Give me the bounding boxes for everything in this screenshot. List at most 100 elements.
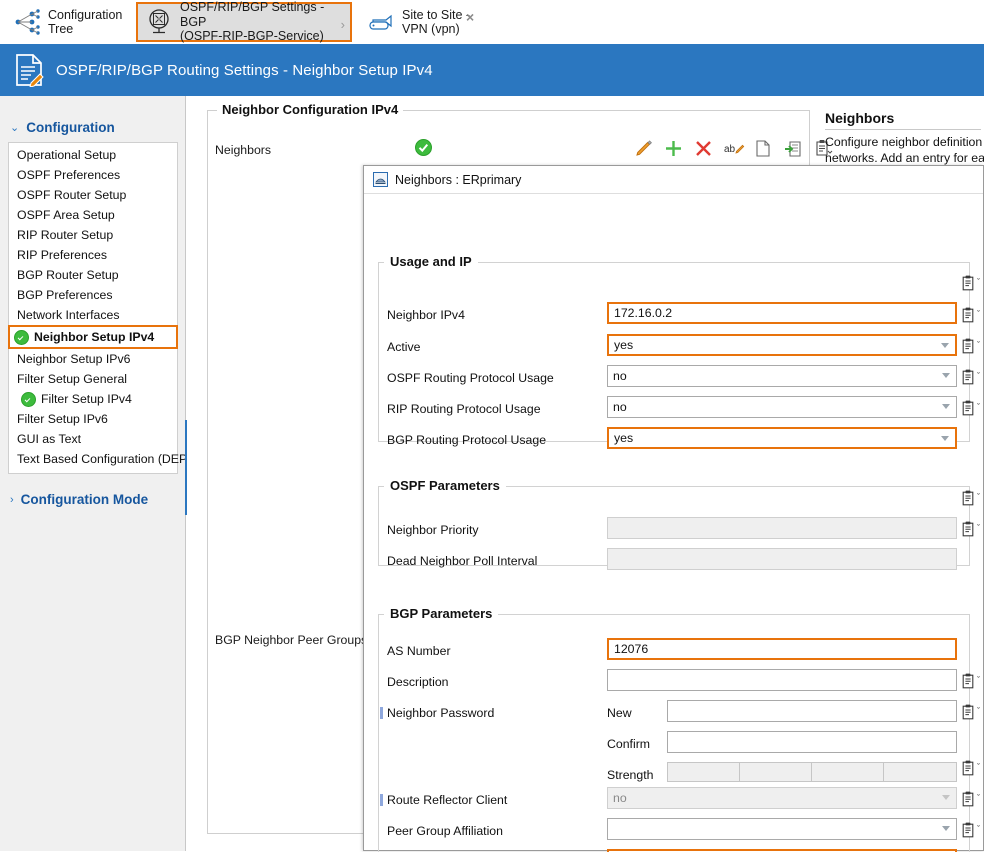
chevron-right-icon[interactable]: › bbox=[341, 17, 345, 32]
sidebar-group-configuration-mode[interactable]: › Configuration Mode bbox=[10, 492, 148, 507]
clipboard-icon[interactable]: ˇ bbox=[962, 673, 984, 690]
sidebar-item-label: Operational Setup bbox=[17, 148, 117, 162]
sidebar-item-neighbor-setup-ipv6[interactable]: Neighbor Setup IPv6 bbox=[9, 349, 177, 369]
sidebar-item-gui-as-text[interactable]: GUI as Text bbox=[9, 429, 177, 449]
sidebar-item-operational-setup[interactable]: Operational Setup bbox=[9, 145, 177, 165]
help-body-line: Configure neighbor definition bbox=[825, 135, 983, 149]
sidebar-item-ospf-area-setup[interactable]: OSPF Area Setup bbox=[9, 205, 177, 225]
route-reflector-client-select: no bbox=[607, 787, 957, 809]
dialog-title-bar[interactable]: Neighbors : ERprimary bbox=[364, 166, 983, 194]
field-label-ospf-routing-protocol-usage: OSPF Routing Protocol Usage bbox=[387, 371, 554, 385]
sidebar-item-filter-setup-general[interactable]: Filter Setup General bbox=[9, 369, 177, 389]
router-icon bbox=[144, 7, 174, 37]
neighbors-row-label: Neighbors bbox=[215, 143, 272, 157]
chevron-down-icon: ˇ bbox=[977, 762, 980, 772]
chevron-down-icon: ˇ bbox=[977, 492, 980, 502]
ospf-routing-protocol-usage-select[interactable]: no bbox=[607, 365, 957, 387]
clipboard-icon[interactable]: ˇ bbox=[962, 490, 984, 507]
ospf-parameters-legend: OSPF Parameters bbox=[384, 478, 506, 493]
clipboard-icon[interactable]: ˇ bbox=[962, 338, 984, 355]
description-input[interactable] bbox=[607, 669, 957, 691]
sidebar-item-text-based-configuration[interactable]: Text Based Configuration (DEP bbox=[9, 449, 187, 469]
sidebar-item-label: Filter Setup IPv4 bbox=[41, 392, 132, 406]
tab-configuration-tree[interactable]: Configuration Tree bbox=[6, 2, 134, 42]
sidebar-item-neighbor-setup-ipv4[interactable]: Neighbor Setup IPv4 bbox=[8, 325, 178, 349]
svg-text:ab: ab bbox=[724, 144, 736, 155]
sidebar: ⌄ Configuration Operational Setup OSPF P… bbox=[0, 96, 187, 851]
sidebar-item-ospf-router-setup[interactable]: OSPF Router Setup bbox=[9, 185, 177, 205]
status-ok-icon bbox=[415, 139, 432, 156]
sidebar-item-ospf-preferences[interactable]: OSPF Preferences bbox=[9, 165, 177, 185]
paste-icon[interactable] bbox=[784, 139, 803, 158]
bgp-parameters-legend: BGP Parameters bbox=[384, 606, 499, 621]
clipboard-icon[interactable]: ˇ bbox=[962, 521, 984, 538]
dead-neighbor-poll-interval-input bbox=[607, 548, 957, 570]
sidebar-item-label: OSPF Router Setup bbox=[17, 188, 127, 202]
clipboard-icon[interactable]: ˇ bbox=[962, 791, 984, 808]
tab-ospf-rip-bgp-settings[interactable]: OSPF/RIP/BGP Settings - BGP (OSPF-RIP-BGP… bbox=[136, 0, 352, 43]
as-number-input[interactable]: 12076 bbox=[607, 638, 957, 660]
clipboard-icon[interactable]: ˇ bbox=[962, 760, 984, 777]
sidebar-group-configuration-mode-label: Configuration Mode bbox=[20, 492, 149, 507]
active-value: yes bbox=[614, 338, 634, 352]
sidebar-item-rip-preferences[interactable]: RIP Preferences bbox=[9, 245, 177, 265]
sidebar-item-network-interfaces[interactable]: Network Interfaces bbox=[9, 305, 177, 325]
help-body-line: networks. Add an entry for ea bbox=[825, 151, 984, 165]
field-sublabel-new: New bbox=[607, 706, 632, 720]
sidebar-item-rip-router-setup[interactable]: RIP Router Setup bbox=[9, 225, 177, 245]
chevron-down-icon bbox=[942, 373, 950, 378]
bgp-routing-protocol-usage-select[interactable]: yes bbox=[607, 427, 957, 449]
chevron-down-icon: ⌄ bbox=[10, 122, 20, 134]
neighbor-password-new-input[interactable] bbox=[667, 700, 957, 722]
clipboard-icon[interactable]: ˇ bbox=[962, 369, 984, 386]
delete-icon[interactable] bbox=[694, 139, 713, 158]
sidebar-group-configuration[interactable]: ⌄ Configuration bbox=[10, 120, 115, 135]
active-select[interactable]: yes bbox=[607, 334, 957, 356]
field-label-rip-routing-protocol-usage: RIP Routing Protocol Usage bbox=[387, 402, 541, 416]
neighbor-password-confirm-input[interactable] bbox=[667, 731, 957, 753]
clipboard-icon[interactable]: ˇ bbox=[962, 400, 984, 417]
chevron-down-icon: ˇ bbox=[977, 706, 980, 716]
bgp-neighbor-peer-groups-label: BGP Neighbor Peer Groups bbox=[215, 633, 368, 647]
password-strength-segment bbox=[667, 762, 740, 782]
clipboard-icon[interactable]: ˇ bbox=[962, 307, 984, 324]
peer-group-affiliation-select[interactable] bbox=[607, 818, 957, 840]
page-header: OSPF/RIP/BGP Routing Settings - Neighbor… bbox=[0, 44, 984, 96]
edit-icon[interactable] bbox=[634, 139, 653, 158]
config-tree-icon bbox=[12, 7, 42, 37]
clipboard-icon[interactable]: ˇ bbox=[962, 822, 984, 839]
tab-configuration-tree-label: Configuration Tree bbox=[48, 7, 123, 37]
document-edit-icon bbox=[14, 53, 44, 88]
chevron-down-icon bbox=[941, 436, 949, 441]
field-label-neighbor-password: Neighbor Password bbox=[380, 702, 494, 724]
tab-strip: Configuration Tree OSPF/RIP/BGP Settings … bbox=[0, 0, 984, 45]
chevron-down-icon: ˇ bbox=[977, 309, 980, 319]
rename-icon[interactable]: ab bbox=[724, 139, 745, 158]
rip-routing-protocol-usage-select[interactable]: no bbox=[607, 396, 957, 418]
clipboard-icon[interactable]: ˇ bbox=[962, 275, 984, 292]
sidebar-item-label: Network Interfaces bbox=[17, 308, 120, 322]
vpn-tunnel-icon bbox=[366, 7, 396, 37]
copy-icon[interactable] bbox=[754, 139, 773, 158]
tab-site-to-site-vpn-label: Site to Site - VPN (vpn) bbox=[402, 7, 471, 37]
sidebar-item-filter-setup-ipv4[interactable]: Filter Setup IPv4 bbox=[9, 389, 177, 409]
neighbor-ipv4-input[interactable]: 172.16.0.2 bbox=[607, 302, 957, 324]
clipboard-icon[interactable]: ˇ bbox=[962, 704, 984, 721]
sidebar-item-label: Neighbor Setup IPv6 bbox=[17, 352, 131, 366]
chevron-down-icon: ˇ bbox=[977, 277, 980, 287]
as-number-value: 12076 bbox=[614, 642, 649, 656]
status-ok-icon bbox=[14, 329, 29, 345]
sidebar-item-filter-setup-ipv6[interactable]: Filter Setup IPv6 bbox=[9, 409, 177, 429]
rip-routing-protocol-usage-value: no bbox=[613, 400, 627, 414]
tab-site-to-site-vpn[interactable]: Site to Site - VPN (vpn) × bbox=[360, 2, 510, 42]
sidebar-item-bgp-preferences[interactable]: BGP Preferences bbox=[9, 285, 177, 305]
password-strength-segment bbox=[739, 762, 812, 782]
sidebar-item-label: OSPF Preferences bbox=[17, 168, 121, 182]
sidebar-item-bgp-router-setup[interactable]: BGP Router Setup bbox=[9, 265, 177, 285]
close-icon[interactable]: × bbox=[466, 10, 474, 24]
help-body: Configure neighbor definition networks. A… bbox=[825, 134, 984, 166]
add-icon[interactable] bbox=[664, 139, 683, 158]
sidebar-item-label: Text Based Configuration (DEP bbox=[17, 452, 188, 466]
status-ok-icon bbox=[21, 391, 36, 407]
modified-marker-icon bbox=[380, 794, 383, 806]
